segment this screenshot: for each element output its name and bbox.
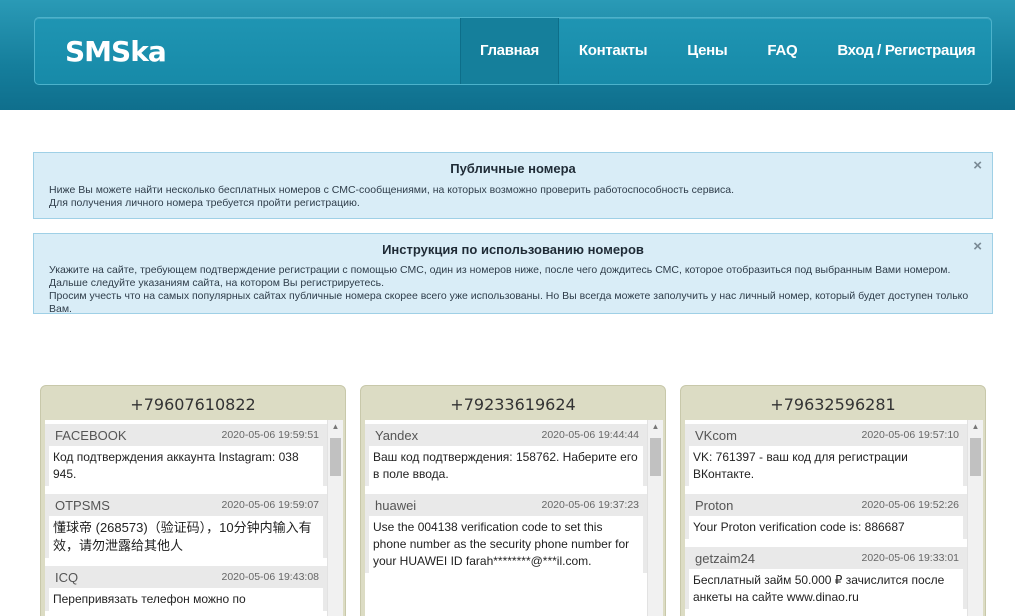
main-nav: Главная Контакты Цены FAQ Вход / Регистр… [460, 18, 995, 84]
message-item: getzaim24 2020-05-06 19:33:01 Бесплатный … [685, 547, 967, 609]
message-time: 2020-05-06 19:52:26 [861, 499, 960, 511]
message-sender: Proton [695, 498, 734, 513]
message-list: Yandex 2020-05-06 19:44:44 Ваш код подтве… [365, 420, 663, 616]
message-sender: Yandex [375, 428, 419, 443]
phone-number[interactable]: +79607610822 [41, 386, 345, 424]
message-item: ICQ 2020-05-06 19:43:08 Перепривязать тел… [45, 566, 327, 611]
message-item: Yandex 2020-05-06 19:44:44 Ваш код подтве… [365, 424, 647, 486]
phone-card: +79607610822 FACEBOOK 2020-05-06 19:59:51… [40, 385, 346, 616]
message-item: FACEBOOK 2020-05-06 19:59:51 Код подтверж… [45, 424, 327, 486]
message-sender: VKcom [695, 428, 737, 443]
message-text: Бесплатный займ 50.000 ₽ зачислится посл… [689, 569, 963, 609]
message-sender: OTPSMS [55, 498, 110, 513]
message-time: 2020-05-06 19:33:01 [861, 552, 960, 564]
alert-line: Укажите на сайте, требующем подтверждени… [49, 264, 951, 289]
message-time: 2020-05-06 19:57:10 [861, 429, 960, 441]
message-text: Ваш код подтверждения: 158762. Наберите … [369, 446, 643, 486]
message-text: Use the 004138 verification code to set … [369, 516, 643, 573]
brand-logo[interactable]: SMSka [65, 18, 167, 86]
alert-text: Укажите на сайте, требующем подтверждени… [34, 264, 992, 316]
message-time: 2020-05-06 19:43:08 [221, 571, 320, 583]
phone-number[interactable]: +79632596281 [681, 386, 985, 424]
message-time: 2020-05-06 19:37:23 [541, 499, 640, 511]
message-sender: ICQ [55, 570, 79, 585]
message-time: 2020-05-06 19:59:51 [221, 429, 320, 441]
navbar: SMSka Главная Контакты Цены FAQ Вход / Р… [34, 17, 992, 85]
alert-instructions: × Инструкция по использованию номеров Ук… [33, 233, 993, 316]
message-sender: huawei [375, 498, 417, 513]
alert-public-numbers: × Публичные номера Ниже Вы можете найти … [33, 152, 993, 219]
message-item: Proton 2020-05-06 19:52:26 Your Proton ve… [685, 494, 967, 539]
scroll-thumb[interactable] [330, 438, 341, 476]
alert-text: Ниже Вы можете найти несколько бесплатны… [34, 184, 992, 210]
message-sender: FACEBOOK [55, 428, 127, 443]
message-text: Your Proton verification code is: 886687 [689, 516, 963, 539]
message-text: Перепривязать телефон можно по [49, 588, 323, 611]
alert-close-icon[interactable]: × [973, 158, 982, 173]
message-item: huawei 2020-05-06 19:37:23 Use the 004138… [365, 494, 647, 573]
nav-item-prices[interactable]: Цены [667, 18, 747, 84]
scrollbar[interactable]: ▲ [647, 420, 663, 616]
scroll-up-icon[interactable]: ▲ [648, 420, 663, 434]
scrollbar[interactable]: ▲ [967, 420, 983, 616]
message-text: 懂球帝 (268573)（验证码），10分钟内输入有效，请勿泄露给其他人 [49, 516, 323, 558]
message-text: Код подтверждения аккаунта Instagram: 03… [49, 446, 323, 486]
message-text: VK: 761397 - ваш код для регистрации ВКо… [689, 446, 963, 486]
message-item: OTPSMS 2020-05-06 19:59:07 懂球帝 (268573)（验… [45, 494, 327, 558]
alert-title: Публичные номера [450, 161, 576, 176]
scroll-up-icon[interactable]: ▲ [328, 420, 343, 434]
scroll-up-icon[interactable]: ▲ [968, 420, 983, 434]
message-time: 2020-05-06 19:59:07 [221, 499, 320, 511]
phone-number[interactable]: +79233619624 [361, 386, 665, 424]
nav-item-contacts[interactable]: Контакты [559, 18, 667, 84]
message-list: VKcom 2020-05-06 19:57:10 VK: 761397 - ва… [685, 420, 983, 616]
scroll-thumb[interactable] [650, 438, 661, 476]
message-time: 2020-05-06 19:44:44 [541, 429, 640, 441]
alert-title: Инструкция по использованию номеров [382, 242, 644, 257]
header: SMSka Главная Контакты Цены FAQ Вход / Р… [0, 0, 1015, 110]
phone-card: +79632596281 VKcom 2020-05-06 19:57:10 VK… [680, 385, 986, 616]
nav-item-faq[interactable]: FAQ [747, 18, 817, 84]
scroll-thumb[interactable] [970, 438, 981, 476]
message-list: FACEBOOK 2020-05-06 19:59:51 Код подтверж… [45, 420, 343, 616]
phone-card: +79233619624 Yandex 2020-05-06 19:44:44 В… [360, 385, 666, 616]
nav-item-login[interactable]: Вход / Регистрация [817, 18, 995, 84]
message-item: VKcom 2020-05-06 19:57:10 VK: 761397 - ва… [685, 424, 967, 486]
alert-close-icon[interactable]: × [973, 239, 982, 254]
alert-line: Ниже Вы можете найти несколько бесплатны… [49, 184, 735, 196]
message-sender: getzaim24 [695, 551, 755, 566]
nav-item-home[interactable]: Главная [460, 18, 559, 84]
scrollbar[interactable]: ▲ [327, 420, 343, 616]
alert-line: Для получения личного номера требуется п… [49, 197, 360, 209]
alert-line: Просим учесть что на самых популярных са… [49, 290, 969, 315]
